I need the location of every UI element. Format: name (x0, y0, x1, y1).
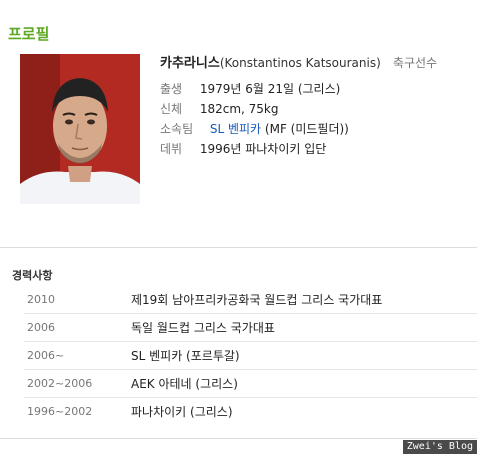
career-year: 1996~2002 (27, 405, 93, 418)
info-label-body: 신체 (160, 102, 183, 116)
profile-info: 카추라니스(Konstantinos Katsouranis) 축구선수 출생 … (160, 52, 437, 156)
career-year: 2002~2006 (27, 377, 93, 390)
player-photo-image (20, 54, 140, 204)
career-row: 1996~2002 파나차이키 (그리스) (24, 398, 477, 425)
career-row: 2010 제19회 남아프리카공화국 월드컵 그리스 국가대표 (24, 286, 477, 314)
info-row-body: 신체 182cm, 75kg (160, 100, 278, 117)
player-name-english: (Konstantinos Katsouranis) (219, 56, 381, 70)
bottom-divider (0, 438, 477, 439)
career-row: 2006~ SL 벤피카 (포르투갈) (24, 342, 477, 370)
career-description: 파나차이키 (그리스) (131, 405, 233, 419)
blog-watermark: Zwei's Blog (402, 440, 477, 454)
career-row: 2006 독일 월드컵 그리스 국가대표 (24, 314, 477, 342)
info-row-birth: 출생 1979년 6월 21일 (그리스) (160, 80, 340, 97)
player-name-korean: 카추라니스 (160, 56, 220, 71)
section-title-profile: 프로필 (8, 25, 50, 43)
player-photo (20, 54, 140, 204)
team-link[interactable]: SL 벤피카 (210, 122, 261, 136)
info-value-team-position: (MF (미드필더)) (264, 122, 349, 136)
career-description: 제19회 남아프리카공화국 월드컵 그리스 국가대표 (131, 293, 383, 307)
info-label-birth: 출생 (160, 82, 183, 96)
info-row-team: 소속팀 SL 벤피카 (MF (미드필더)) (160, 120, 349, 137)
info-value-debut: 1996년 파나차이키 입단 (199, 142, 327, 156)
name-row: 카추라니스(Konstantinos Katsouranis) 축구선수 (160, 52, 437, 71)
section-title-career: 경력사항 (12, 269, 53, 282)
info-label-team: 소속팀 (160, 122, 194, 136)
occupation-label: 축구선수 (392, 56, 438, 70)
career-row: 2002~2006 AEK 아테네 (그리스) (24, 370, 477, 398)
career-description: AEK 아테네 (그리스) (131, 377, 238, 391)
info-row-debut: 데뷔 1996년 파나차이키 입단 (160, 140, 326, 157)
section-divider (0, 247, 477, 248)
info-value-body: 182cm, 75kg (199, 102, 279, 116)
career-description: 독일 월드컵 그리스 국가대표 (131, 321, 275, 335)
career-year: 2006~ (27, 349, 65, 362)
info-value-birth: 1979년 6월 21일 (그리스) (199, 82, 341, 96)
career-list: 2010 제19회 남아프리카공화국 월드컵 그리스 국가대표 2006 독일 … (24, 286, 477, 425)
career-year: 2010 (27, 293, 55, 306)
career-description: SL 벤피카 (포르투갈) (131, 349, 240, 363)
career-year: 2006 (27, 321, 55, 334)
info-label-debut: 데뷔 (160, 142, 183, 156)
